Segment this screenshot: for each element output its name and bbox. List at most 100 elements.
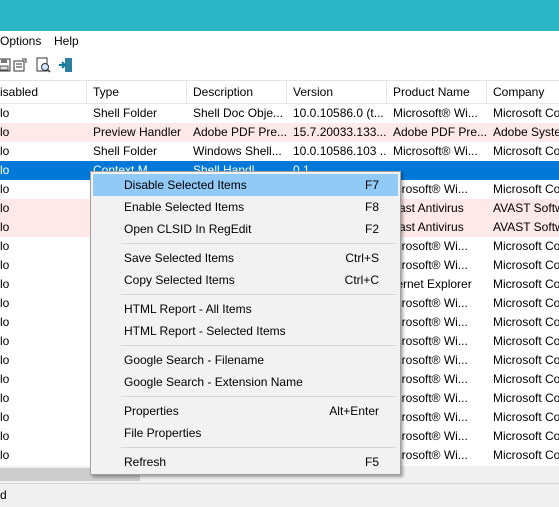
cell-disabled: lo	[0, 144, 10, 158]
menu-item-label: File Properties	[124, 426, 202, 440]
menu-item-disable-selected-items[interactable]: Disable Selected Items F7	[93, 174, 398, 196]
html-report-icon[interactable]	[35, 57, 51, 73]
cell-disabled: lo	[0, 372, 10, 386]
menu-item-shortcut: F8	[364, 200, 379, 214]
cell-product-name: icrosoft® Wi...	[393, 239, 468, 253]
column-header-disabled[interactable]: isabled	[0, 81, 87, 103]
cell-product-name: vast Antivirus	[393, 201, 464, 215]
cell-product-name: icrosoft® Wi...	[393, 372, 468, 386]
cell-product-name: icrosoft® Wi...	[393, 315, 468, 329]
column-header-company[interactable]: Company	[487, 81, 559, 103]
cell-company: Microsoft Co	[493, 410, 559, 424]
cell-disabled: lo	[0, 163, 10, 177]
menu-item-html-report-selected-items[interactable]: HTML Report - Selected Items	[93, 320, 398, 342]
cell-disabled: lo	[0, 353, 10, 367]
cell-product-name	[387, 161, 487, 180]
cell-product-name: icrosoft® Wi...	[393, 296, 468, 310]
cell-disabled: lo	[0, 239, 10, 253]
cell-description: Windows Shell...	[193, 144, 282, 158]
cell-company: AVAST Softw	[493, 220, 559, 234]
menu-item-google-search-filename[interactable]: Google Search - Filename	[93, 349, 398, 371]
column-header-description[interactable]: Description	[187, 81, 287, 103]
cell-disabled: lo	[0, 429, 10, 443]
status-text: d	[0, 488, 7, 502]
menu-item-shortcut: F5	[364, 455, 379, 469]
menu-item-shortcut: Ctrl+C	[344, 273, 379, 287]
menu-item-file-properties[interactable]: File Properties	[93, 422, 398, 444]
menu-bar: Options Help	[0, 31, 559, 51]
toolbar	[0, 51, 559, 81]
menu-item-label: HTML Report - Selected Items	[124, 324, 286, 338]
title-bar	[0, 0, 559, 31]
cell-company: Microsoft Co	[493, 296, 559, 310]
cell-product-name: vast Antivirus	[393, 220, 464, 234]
cell-disabled: lo	[0, 277, 10, 291]
cell-company: Microsoft Co	[493, 258, 559, 272]
cell-company: Microsoft Co	[493, 239, 559, 253]
menu-separator	[121, 345, 396, 346]
cell-type: Shell Folder	[93, 106, 158, 120]
cell-company: Microsoft Co	[493, 315, 559, 329]
properties-icon[interactable]	[12, 57, 28, 73]
cell-disabled: lo	[0, 220, 10, 234]
menu-item-google-search-extension-name[interactable]: Google Search - Extension Name	[93, 371, 398, 393]
cell-version: 15.7.20033.133...	[293, 125, 387, 139]
menu-separator	[121, 447, 396, 448]
exit-icon[interactable]	[58, 57, 74, 73]
menu-item-enable-selected-items[interactable]: Enable Selected Items F8	[93, 196, 398, 218]
menu-item-label: Refresh	[124, 455, 167, 469]
menu-help[interactable]: Help	[54, 34, 79, 48]
cell-disabled: lo	[0, 201, 10, 215]
cell-type: Shell Folder	[93, 144, 158, 158]
cell-disabled: lo	[0, 258, 10, 272]
cell-company	[487, 161, 559, 180]
save-icon[interactable]	[0, 57, 12, 73]
menu-item-label: Google Search - Filename	[124, 353, 265, 367]
table-row[interactable]: lo Shell Folder Shell Doc Obje... 10.0.1058…	[0, 104, 559, 123]
menu-item-label: Save Selected Items	[124, 251, 235, 265]
cell-disabled: lo	[0, 182, 10, 196]
menu-item-label: Google Search - Extension Name	[124, 375, 303, 389]
column-header-version[interactable]: Version	[287, 81, 387, 103]
cell-product-name: icrosoft® Wi...	[393, 448, 468, 462]
cell-product-name: icrosoft® Wi...	[393, 353, 468, 367]
cell-product-name: icrosoft® Wi...	[393, 391, 468, 405]
column-header-type[interactable]: Type	[87, 81, 187, 103]
cell-version: 10.0.10586.0 (t...	[293, 106, 384, 120]
menu-item-open-clsid-in-regedit[interactable]: Open CLSID In RegEdit F2	[93, 218, 398, 240]
menu-item-label: Disable Selected Items	[124, 178, 247, 192]
menu-separator	[121, 243, 396, 244]
menu-item-refresh[interactable]: Refresh F5	[93, 451, 398, 473]
cell-disabled: lo	[0, 106, 10, 120]
cell-company: Microsoft Co	[493, 353, 559, 367]
menu-item-shortcut: Ctrl+S	[345, 251, 379, 265]
cell-description: Adobe PDF Pre...	[193, 125, 287, 139]
cell-product-name: Microsoft® Wi...	[393, 144, 478, 158]
menu-item-copy-selected-items[interactable]: Copy Selected Items Ctrl+C	[93, 269, 398, 291]
cell-company: Adobe Syste	[493, 125, 559, 139]
cell-version: 10.0.10586.103 ...	[293, 144, 387, 158]
cell-company: AVAST Softw	[493, 201, 559, 215]
column-header-product-name[interactable]: Product Name	[387, 81, 487, 103]
cell-type: Preview Handler	[93, 125, 182, 139]
cell-company: Microsoft Co	[493, 144, 559, 158]
table-row[interactable]: lo Preview Handler Adobe PDF Pre... 15.7.20…	[0, 123, 559, 142]
list-header: isabled Type Description Version Product…	[0, 81, 559, 104]
menu-options[interactable]: Options	[0, 34, 41, 48]
cell-disabled: lo	[0, 391, 10, 405]
menu-item-properties[interactable]: Properties Alt+Enter	[93, 400, 398, 422]
status-bar: d	[0, 483, 559, 507]
cell-disabled: lo	[0, 315, 10, 329]
menu-item-html-report-all-items[interactable]: HTML Report - All Items	[93, 298, 398, 320]
cell-company: Microsoft Co	[493, 182, 559, 196]
menu-item-shortcut: F2	[364, 222, 379, 236]
cell-disabled: lo	[0, 448, 10, 462]
table-row[interactable]: lo Shell Folder Windows Shell... 10.0.10586…	[0, 142, 559, 161]
menu-item-save-selected-items[interactable]: Save Selected Items Ctrl+S	[93, 247, 398, 269]
menu-item-label: Copy Selected Items	[124, 273, 235, 287]
menu-separator	[121, 396, 396, 397]
cell-disabled: lo	[0, 125, 10, 139]
cell-disabled: lo	[0, 334, 10, 348]
context-menu: Disable Selected Items F7 Enable Selected …	[90, 171, 401, 475]
menu-item-shortcut: F7	[364, 178, 379, 192]
